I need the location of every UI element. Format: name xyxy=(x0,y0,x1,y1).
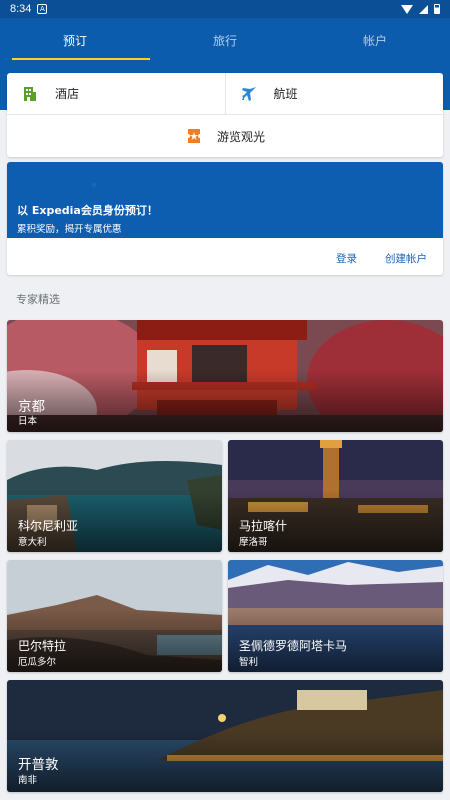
ticket-icon xyxy=(185,127,203,145)
destination-card-kyoto[interactable]: 京都 日本 xyxy=(7,320,443,432)
booking-options-card: 酒店 航班 游览观光 xyxy=(7,73,443,157)
destination-card-baltra[interactable]: 巴尔特拉 厄瓜多尔 xyxy=(7,560,222,672)
destination-name: 巴尔特拉 xyxy=(18,639,67,653)
tab-bar: 预订 旅行 帐户 xyxy=(0,18,450,62)
activities-label: 游览观光 xyxy=(216,129,265,144)
destination-card-corniglia[interactable]: 科尔尼利亚 意大利 xyxy=(7,440,222,552)
tab-trips[interactable]: 旅行 xyxy=(150,18,300,62)
member-promo-card: 以 Expedia会员身份预订！ 累积奖励，揭开专属优惠 登录 创建帐户 xyxy=(7,162,443,275)
create-account-button[interactable]: 创建帐户 xyxy=(385,251,427,266)
destination-country: 南非 xyxy=(18,775,38,786)
destination-country: 日本 xyxy=(18,416,38,427)
destination-name: 圣佩德罗德阿塔卡马 xyxy=(239,639,348,653)
destination-name: 科尔尼利亚 xyxy=(18,519,79,533)
promo-title: 以 Expedia会员身份预订！ xyxy=(17,204,158,217)
hotel-option[interactable]: 酒店 xyxy=(7,73,225,114)
card-shade xyxy=(7,730,443,792)
destination-country: 意大利 xyxy=(18,537,47,548)
destination-country: 智利 xyxy=(239,657,259,668)
activities-option[interactable]: 游览观光 xyxy=(7,115,443,157)
destination-country: 厄瓜多尔 xyxy=(18,657,57,668)
destination-card-cape-town[interactable]: 开普敦 南非 xyxy=(7,680,443,792)
card-shade xyxy=(7,370,443,432)
wifi-icon xyxy=(401,4,413,14)
destination-name: 开普敦 xyxy=(18,757,59,773)
flight-label: 航班 xyxy=(273,87,298,101)
destination-country: 摩洛哥 xyxy=(239,537,268,548)
status-icons xyxy=(401,4,440,14)
status-bar: 8:34 A xyxy=(0,0,450,18)
airplane-icon xyxy=(240,85,258,103)
battery-icon xyxy=(434,4,440,14)
promo-subtitle: 累积奖励，揭开专属优惠 xyxy=(17,224,122,235)
destination-card-san-pedro-de-atacama[interactable]: 圣佩德罗德阿塔卡马 智利 xyxy=(228,560,443,672)
tab-account[interactable]: 帐户 xyxy=(300,18,450,62)
notification-badge: A xyxy=(37,4,48,14)
destination-name: 京都 xyxy=(18,399,45,415)
tab-book[interactable]: 预订 xyxy=(0,18,150,62)
promo-actions: 登录 创建帐户 xyxy=(7,238,443,266)
destination-name: 马拉喀什 xyxy=(239,519,288,533)
hotel-icon xyxy=(21,85,39,103)
destination-card-marrakech[interactable]: 马拉喀什 摩洛哥 xyxy=(228,440,443,552)
booking-row: 酒店 航班 xyxy=(7,73,443,115)
status-time: 8:34 xyxy=(10,3,32,15)
promo-banner: 以 Expedia会员身份预订！ 累积奖励，揭开专属优惠 xyxy=(7,162,443,238)
login-button[interactable]: 登录 xyxy=(336,251,357,266)
signal-icon xyxy=(419,4,428,14)
booking-row-2: 游览观光 xyxy=(7,115,443,157)
section-title: 专家精选 xyxy=(16,293,60,306)
hotel-label: 酒店 xyxy=(55,87,80,101)
flight-option[interactable]: 航班 xyxy=(224,73,444,114)
